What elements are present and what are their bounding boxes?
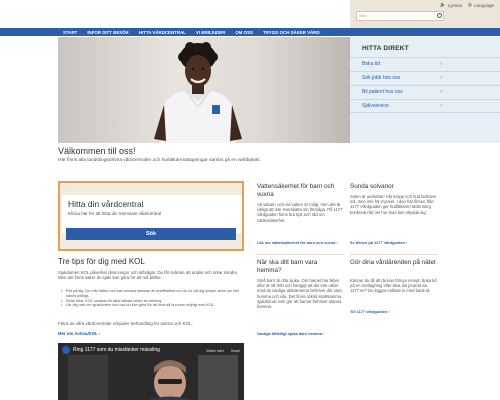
tips-bullet-list: Röt på dig. Du mår bättre och kan minska… bbox=[61, 289, 244, 308]
chevron-right-icon: › bbox=[440, 89, 442, 95]
sjukt-barn-link[interactable]: Vanliga tillfälligt sjuka barn hemma › bbox=[257, 331, 343, 336]
hitta-direkt-item-label: Sök jobb hos oss bbox=[362, 75, 401, 81]
tips-bullet: Lär dig mer om sjukdomen och vad du kan … bbox=[61, 303, 244, 308]
nav-item[interactable]: INFOR DITT BESÖK bbox=[82, 30, 133, 35]
welcome-title: Välkommen till oss! bbox=[58, 146, 136, 156]
vatten-link[interactable]: Läs om vattensäkerhet för barn och vuxna… bbox=[257, 240, 343, 245]
channel-logo-icon bbox=[62, 346, 70, 354]
vatten-link-label: Läs om vattensäkerhet för barn och vuxna bbox=[257, 240, 336, 245]
divider bbox=[257, 254, 343, 255]
chevron-right-icon: › bbox=[440, 61, 442, 67]
listen-link[interactable]: 🔈 Lyssna bbox=[440, 2, 462, 8]
hitta-direkt-item-label: Boka tid bbox=[362, 61, 381, 67]
nav-item[interactable]: TRYGG OCH SÄKER VÅRD bbox=[258, 30, 325, 35]
ehalsa-title: Gör dina vårdärenden på nätet bbox=[350, 259, 436, 266]
utility-links: 🔈 Lyssna ◍ Language bbox=[440, 2, 494, 8]
sjukt-barn-title: När ska ditt barn vara hemma? bbox=[257, 259, 318, 274]
welcome-subtitle: Här finns alla landstingsdrivna vårdcent… bbox=[58, 158, 261, 163]
watch-later-button[interactable]: Watch later bbox=[206, 349, 224, 353]
hitta-direkt-item[interactable]: Boka tid › bbox=[350, 57, 500, 71]
nav-items: START INFOR DITT BESÖK HITTA VÅRDCENTRAL VI… bbox=[0, 30, 325, 35]
sjukt-barn-body: Små barn är ofta sjuka. Om barnet har fe… bbox=[257, 278, 342, 310]
find-center-search-button[interactable]: Sök bbox=[66, 228, 236, 240]
tips-paragraph: Sjukdomen KOL påverkar dina lungor och l… bbox=[58, 270, 239, 281]
listen-label: Lyssna bbox=[447, 2, 463, 8]
speaker-icon: 🔈 bbox=[440, 2, 446, 7]
search-input[interactable]: Sök bbox=[356, 11, 444, 21]
nav-item[interactable]: HITTA VÅRDCENTRAL bbox=[134, 30, 191, 35]
nav-item[interactable]: START bbox=[58, 30, 82, 35]
tips-paragraph-2: Flera av våra vårdcentraler erbjuder beh… bbox=[58, 321, 193, 326]
language-label: Language bbox=[473, 2, 494, 8]
globe-icon: ◍ bbox=[468, 2, 472, 7]
find-center-subtitle: Klicka här för att hitta din närmaste vå… bbox=[68, 211, 162, 216]
sunda-title: Sunda solvanor bbox=[350, 183, 394, 190]
hitta-direkt-list: Boka tid › Sök jobb hos oss › Bli patient ho… bbox=[350, 57, 500, 113]
nav-item[interactable]: VI ERBJUDER bbox=[191, 30, 231, 35]
tips-more-link[interactable]: Mer om Astma/KOL › bbox=[58, 331, 100, 336]
nav-item[interactable]: OM OSS bbox=[230, 30, 258, 35]
find-center-box: Hitta din vårdcentral Klicka här för att… bbox=[58, 181, 244, 251]
sunda-link-label: Se filmen på 1177 Vårdguiden bbox=[350, 240, 405, 245]
video-player[interactable]: Ring 1177 som du misstänker mässling Wat… bbox=[58, 343, 244, 400]
hitta-direkt-panel: HITTA DIREKT Boka tid › Sök jobb hos oss › B… bbox=[350, 37, 500, 143]
tips-more-link-label: Mer om Astma/KOL bbox=[58, 331, 98, 336]
find-center-title: Hitta din vårdcentral bbox=[68, 199, 144, 209]
main-nav: START INFOR DITT BESÖK HITTA VÅRDCENTRAL VI… bbox=[0, 28, 500, 36]
vatten-title: Vattensäkerhet för barn och vuxna bbox=[257, 183, 335, 198]
ehalsa-link-label: Till 1177 vårdguiden bbox=[350, 309, 388, 314]
ehalsa-link[interactable]: Till 1177 vårdguiden › bbox=[350, 309, 438, 314]
language-link[interactable]: ◍ Language bbox=[468, 2, 494, 8]
hero-image bbox=[58, 37, 350, 143]
hitta-direkt-item[interactable]: Sök jobb hos oss › bbox=[350, 71, 500, 85]
hitta-direkt-title: HITTA DIREKT bbox=[362, 45, 409, 52]
ehalsa-body: Känner du till att du kan förnya recept,… bbox=[350, 278, 437, 294]
hitta-direkt-item-label: Bli patient hos oss bbox=[362, 89, 403, 95]
tips-bullet: Röt på dig. Du mår bättre och kan minska… bbox=[61, 289, 244, 299]
search-icon[interactable] bbox=[437, 13, 442, 18]
tips-title: Tre tips för dig med KOL bbox=[58, 257, 145, 266]
share-button[interactable]: Share bbox=[231, 349, 240, 353]
hitta-direkt-item[interactable]: Bli patient hos oss › bbox=[350, 85, 500, 99]
nurse-photo bbox=[154, 42, 242, 143]
sunda-link[interactable]: Se filmen på 1177 Vårdguiden › bbox=[350, 240, 438, 245]
sjukt-barn-link-label: Vanliga tillfälligt sjuka barn hemma bbox=[257, 331, 322, 336]
vatten-body: Att vistas i och vid vatten är roligt, m… bbox=[257, 202, 343, 223]
hitta-direkt-item-label: Självservice bbox=[362, 103, 389, 109]
hitta-direkt-item[interactable]: Självservice › bbox=[350, 99, 500, 113]
sunda-body: Solen är underbar! Vår kropp och hud beh… bbox=[350, 194, 437, 215]
chevron-right-icon: › bbox=[440, 103, 442, 109]
video-title: Ring 1177 som du misstänker mässling bbox=[73, 347, 160, 353]
divider bbox=[350, 254, 438, 255]
chevron-right-icon: › bbox=[440, 75, 442, 81]
